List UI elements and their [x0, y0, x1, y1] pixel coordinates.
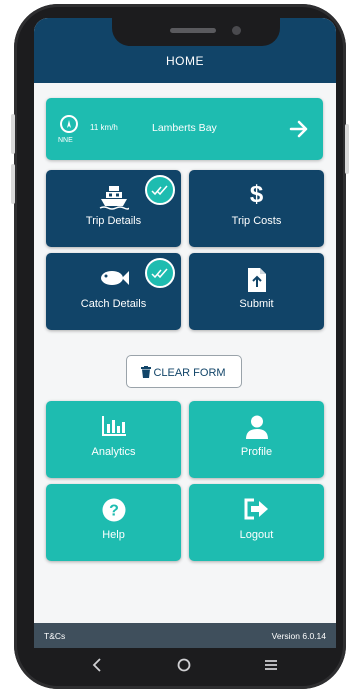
dollar-icon: $: [249, 181, 264, 208]
checkmark-icon: [145, 258, 175, 288]
wind-direction: NNE: [58, 137, 73, 144]
menu-icon[interactable]: [264, 658, 278, 676]
back-icon[interactable]: [92, 658, 102, 676]
checkmark-icon: [145, 175, 175, 205]
tile-label: Help: [102, 529, 125, 541]
tile-label: Trip Costs: [231, 215, 282, 227]
bar-chart-icon: [46, 415, 181, 442]
catch-details-tile[interactable]: Catch Details: [46, 253, 181, 330]
analytics-tile[interactable]: Analytics: [46, 401, 181, 478]
camera: [232, 26, 241, 35]
phone-notch: [112, 18, 280, 46]
tile-label: Catch Details: [80, 298, 147, 310]
terms-link[interactable]: T&Cs: [44, 631, 65, 641]
page-title: HOME: [166, 54, 204, 68]
speaker: [170, 28, 216, 33]
clear-form-label: CLEAR FORM: [153, 367, 226, 379]
system-navigation-bar: [34, 648, 336, 684]
svg-text:?: ?: [109, 503, 119, 520]
logout-tile[interactable]: Logout: [189, 484, 324, 561]
weather-card[interactable]: NNE 11 km/h Lamberts Bay: [46, 98, 323, 160]
tile-label: Analytics: [91, 446, 136, 458]
volume-down-button: [11, 164, 15, 204]
volume-up-button: [11, 114, 15, 154]
tile-label: Profile: [240, 446, 273, 458]
location-name: Lamberts Bay: [152, 122, 217, 134]
upload-file-icon: [189, 267, 324, 298]
help-icon: ?: [46, 498, 181, 527]
logout-icon: [189, 498, 324, 525]
wind-speed: 11 km/h: [90, 123, 118, 132]
clear-form-button[interactable]: CLEAR FORM: [126, 355, 242, 388]
tile-label: Submit: [239, 298, 274, 310]
version-label: Version 6.0.14: [271, 631, 326, 641]
person-icon: [189, 415, 324, 444]
tile-label: Logout: [239, 529, 274, 541]
app-screen: HOME NNE 11 km/h Lamberts Bay Trip Detai…: [34, 18, 336, 648]
submit-tile[interactable]: Submit: [189, 253, 324, 330]
profile-tile[interactable]: Profile: [189, 401, 324, 478]
arrow-right-icon[interactable]: [288, 118, 310, 140]
compass-icon: [60, 115, 78, 133]
trip-costs-tile[interactable]: $ Trip Costs: [189, 170, 324, 247]
app-footer: T&Cs Version 6.0.14: [34, 623, 336, 648]
tile-label: Trip Details: [85, 215, 142, 227]
trip-details-tile[interactable]: Trip Details: [46, 170, 181, 247]
home-content: NNE 11 km/h Lamberts Bay Trip Details $ …: [34, 83, 336, 623]
trash-icon: [141, 366, 152, 378]
home-icon[interactable]: [177, 658, 191, 676]
power-button: [345, 124, 349, 174]
help-tile[interactable]: ? Help: [46, 484, 181, 561]
